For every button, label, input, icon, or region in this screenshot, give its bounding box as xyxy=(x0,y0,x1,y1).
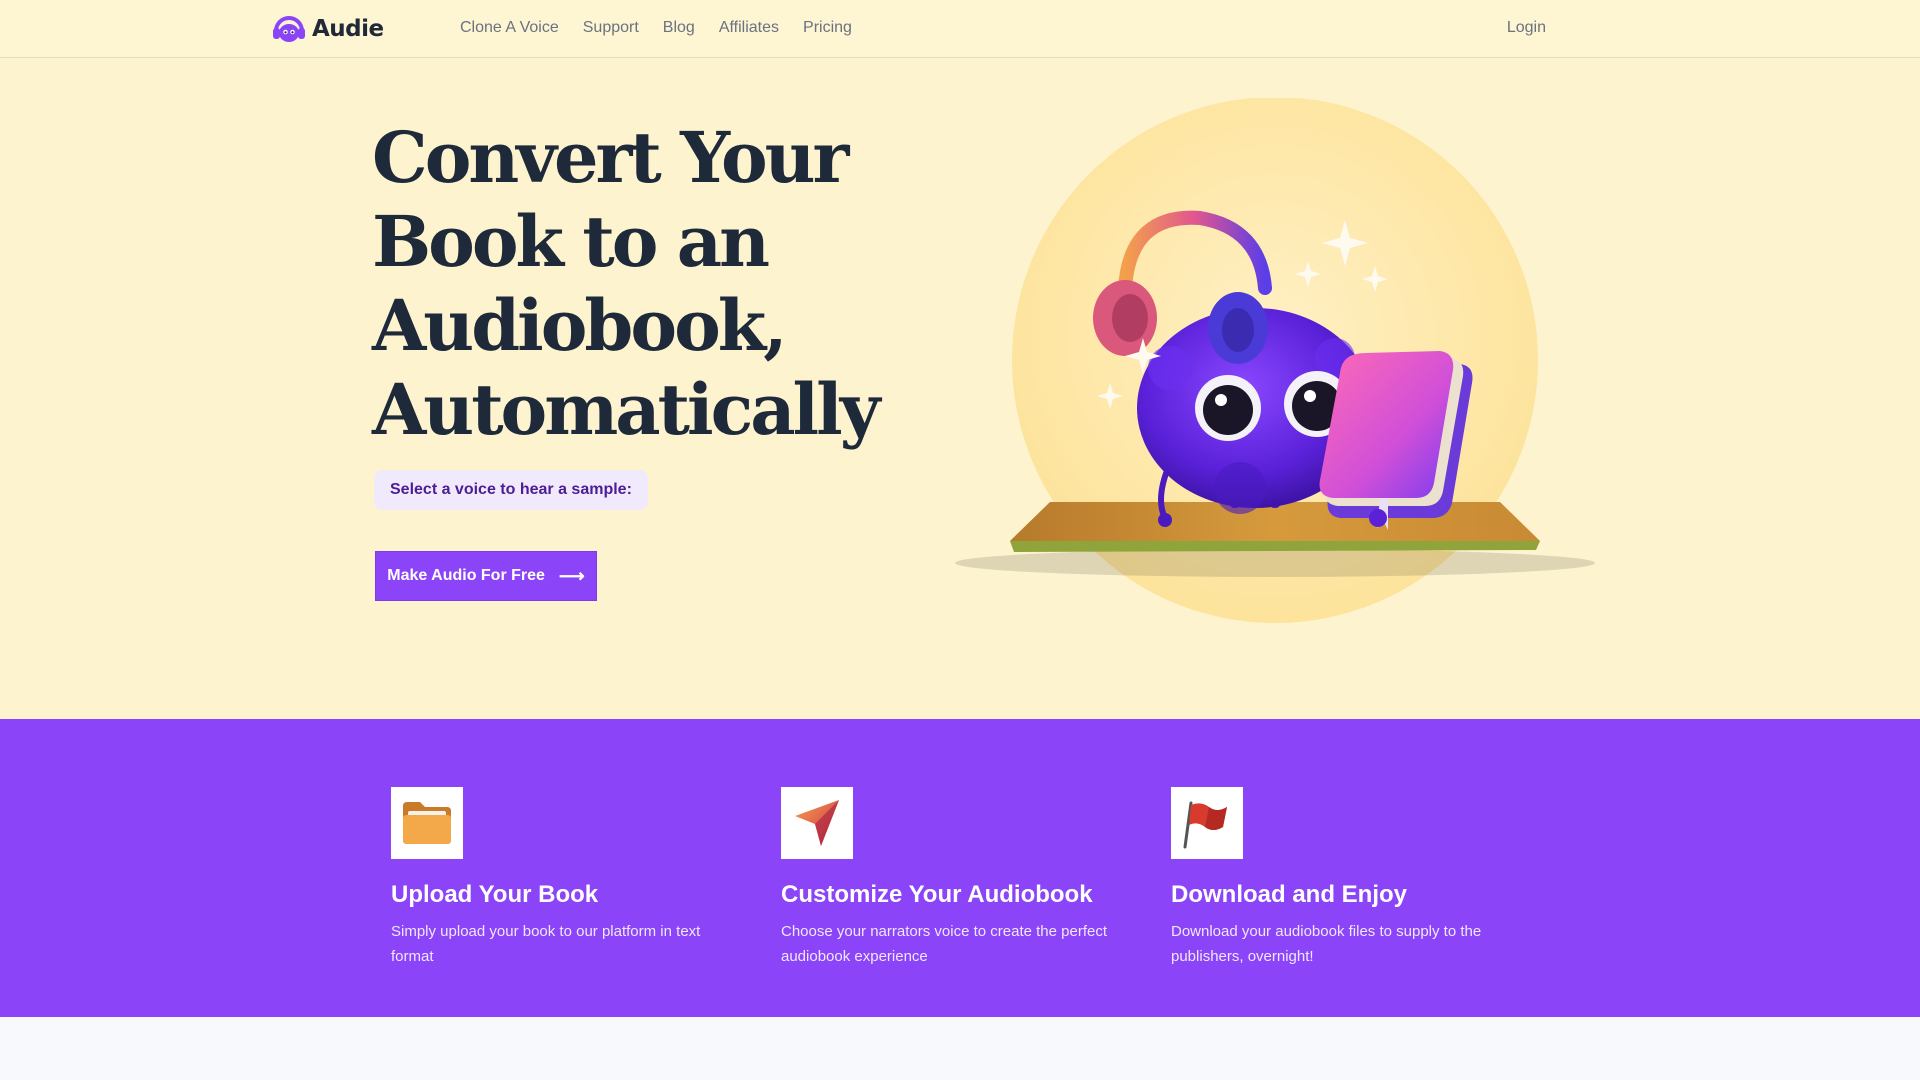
nav-link-clone-a-voice[interactable]: Clone A Voice xyxy=(460,19,559,37)
hero-title-line: Automatically xyxy=(372,368,880,451)
hero-title: Convert Your Book to an Audiobook, Autom… xyxy=(372,116,892,452)
logo-text: Audie xyxy=(312,16,384,42)
step-description: Choose your narrators voice to create th… xyxy=(781,923,1108,965)
step-description: Simply upload your book to our platform … xyxy=(391,923,701,965)
voice-sample-selector[interactable]: Select a voice to hear a sample: xyxy=(374,470,648,510)
arrow-right-icon: ⟶ xyxy=(558,566,585,586)
step-description: Download your audiobook files to supply … xyxy=(1171,923,1482,965)
hero-title-line: Audiobook, xyxy=(372,284,788,367)
folder-icon xyxy=(391,787,463,859)
nav-link-blog[interactable]: Blog xyxy=(663,19,695,37)
step-customize: Customize Your Audiobook Choose your nar… xyxy=(781,787,1121,969)
step-title: Upload Your Book xyxy=(391,881,599,908)
top-navigation: Audie Clone A Voice Support Blog Affilia… xyxy=(0,0,1920,58)
book-illustration xyxy=(1319,351,1473,530)
nav-links: Clone A Voice Support Blog Affiliates Pr… xyxy=(460,19,852,37)
next-section xyxy=(0,1017,1920,1080)
step-title: Customize Your Audiobook xyxy=(781,881,1093,908)
login-link[interactable]: Login xyxy=(1507,19,1546,37)
flag-icon xyxy=(1171,787,1243,859)
nav-link-pricing[interactable]: Pricing xyxy=(803,19,852,37)
step-title: Download and Enjoy xyxy=(1171,881,1408,908)
hero-illustration xyxy=(940,97,1600,638)
how-it-works-section: Upload Your Book Simply upload your book… xyxy=(0,719,1920,1017)
step-upload: Upload Your Book Simply upload your book… xyxy=(391,787,731,969)
nav-link-support[interactable]: Support xyxy=(583,19,639,37)
nav-link-affiliates[interactable]: Affiliates xyxy=(719,19,779,37)
make-audio-button-label: Make Audio For Free xyxy=(387,567,545,584)
headphone-mascot-icon xyxy=(272,14,306,44)
make-audio-button[interactable]: Make Audio For Free ⟶ xyxy=(375,551,597,601)
hero-section: Convert Your Book to an Audiobook, Autom… xyxy=(0,58,1920,719)
step-download: Download and Enjoy Download your audiobo… xyxy=(1171,787,1511,969)
logo-link[interactable]: Audie xyxy=(272,13,384,45)
paper-plane-icon xyxy=(781,787,853,859)
hero-title-line: Book to an xyxy=(372,200,770,283)
hero-title-line: Convert Your xyxy=(372,116,849,199)
